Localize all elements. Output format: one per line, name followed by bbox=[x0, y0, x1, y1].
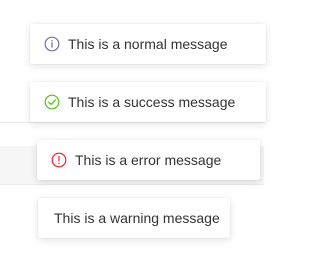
success-message-text: This is a success message bbox=[68, 94, 236, 110]
info-circle-icon bbox=[44, 36, 60, 52]
normal-message-text: This is a normal message bbox=[68, 36, 228, 52]
background-divider bbox=[0, 122, 264, 123]
error-message-text: This is a error message bbox=[75, 152, 222, 168]
check-circle-icon bbox=[44, 94, 60, 110]
error-message-toast: This is a error message bbox=[37, 140, 260, 180]
warning-message-toast: This is a warning message bbox=[38, 198, 230, 238]
normal-message-toast: This is a normal message bbox=[30, 24, 266, 64]
success-message-toast: This is a success message bbox=[30, 82, 266, 122]
warning-message-text: This is a warning message bbox=[54, 210, 220, 226]
exclamation-circle-icon bbox=[51, 152, 67, 168]
